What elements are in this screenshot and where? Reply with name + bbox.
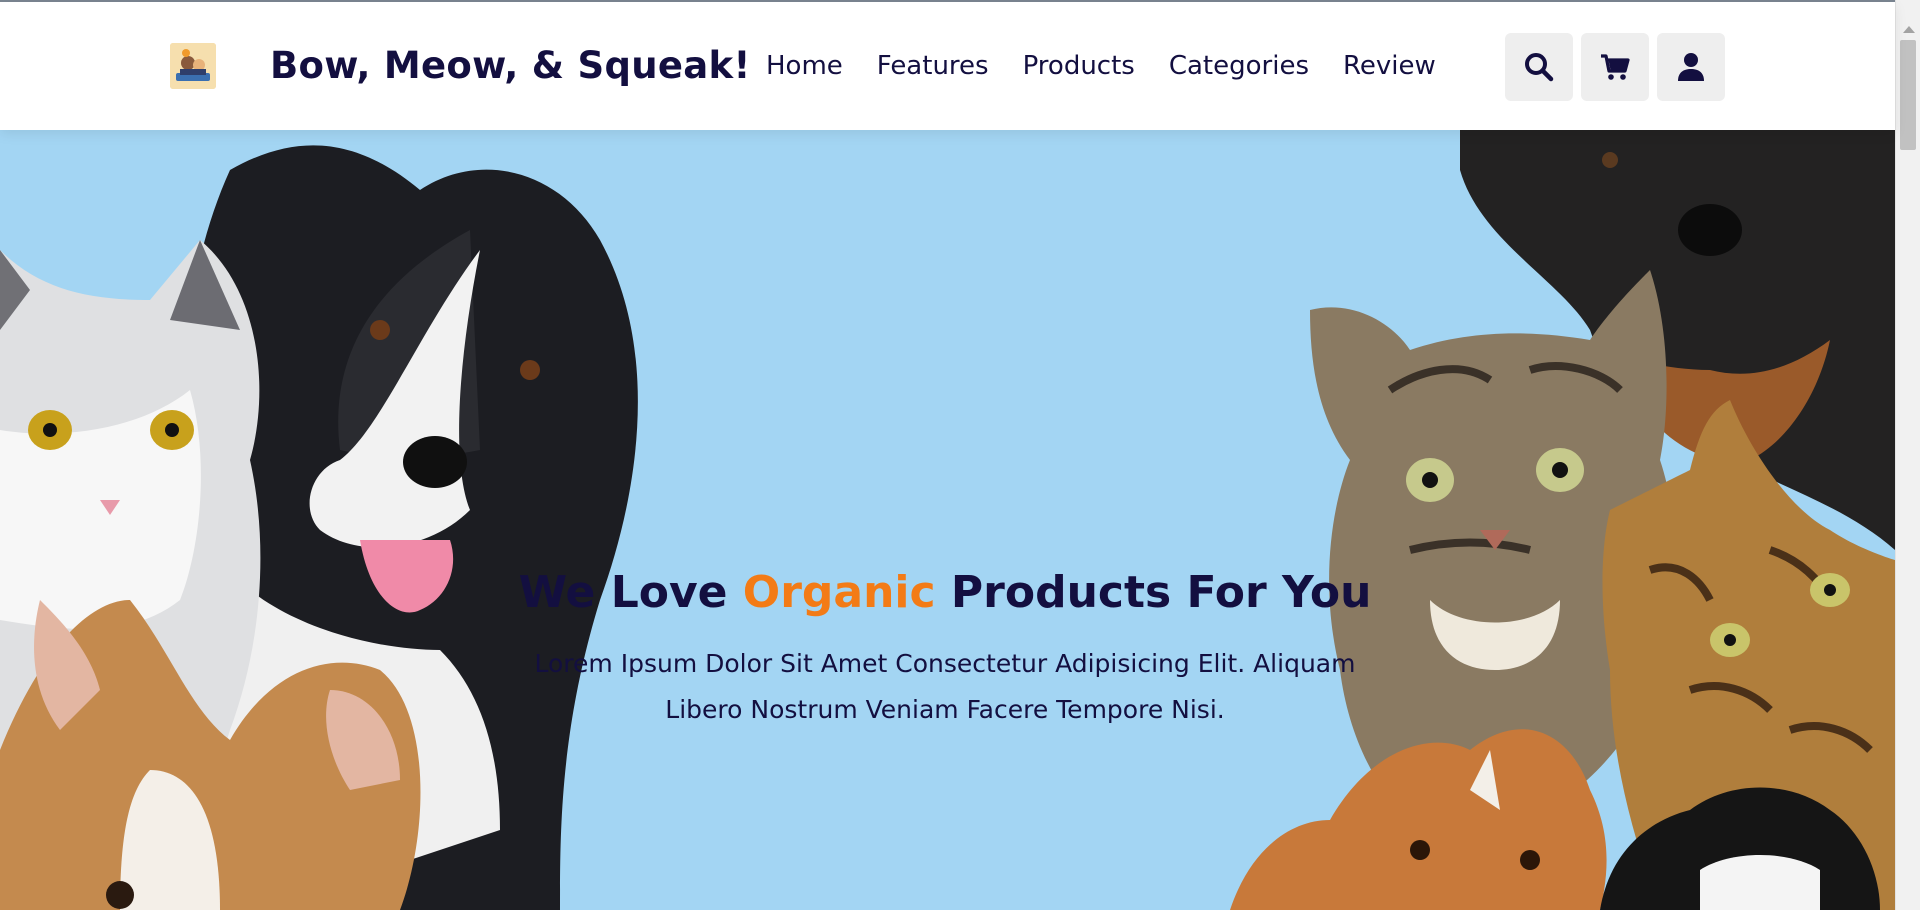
cart-icon xyxy=(1601,54,1630,80)
user-button[interactable] xyxy=(1657,33,1725,101)
search-icon xyxy=(1525,53,1554,82)
hero-title-start: We Love xyxy=(518,567,743,618)
nav-item-features[interactable]: Features xyxy=(877,46,989,86)
nav-item-products[interactable]: Products xyxy=(1023,46,1135,86)
main-nav: Home Features Products Categories Review xyxy=(766,46,1470,86)
user-icon xyxy=(1678,53,1704,81)
nav-item-categories[interactable]: Categories xyxy=(1169,46,1309,86)
hero-title: We Love Organic Products For You xyxy=(500,563,1390,623)
hero-title-accent: Organic xyxy=(742,567,936,618)
nav-item-review[interactable]: Review xyxy=(1343,46,1436,86)
pets-photo-left xyxy=(0,145,638,910)
cart-button[interactable] xyxy=(1581,33,1649,101)
nav-item-home[interactable]: Home xyxy=(766,46,843,86)
header-icon-group xyxy=(1505,33,1725,101)
brand-name[interactable]: Bow, Meow, & Squeak! xyxy=(270,42,751,90)
site-header: Bow, Meow, & Squeak! Home Features Produ… xyxy=(0,2,1895,130)
hero-section: We Love Organic Products For You Lorem I… xyxy=(0,130,1895,910)
pet-shop-logo-icon[interactable] xyxy=(170,43,216,89)
page: Bow, Meow, & Squeak! Home Features Produ… xyxy=(0,0,1920,910)
page-scrollbar[interactable] xyxy=(1895,0,1920,910)
scroll-up-arrow-icon[interactable] xyxy=(1903,26,1915,33)
pets-photo-right xyxy=(1230,130,1895,910)
hero-title-end: Products For You xyxy=(935,567,1372,618)
search-button[interactable] xyxy=(1505,33,1573,101)
hero-subtitle: Lorem Ipsum Dolor Sit Amet Consectetur A… xyxy=(534,649,1356,724)
hero-content: We Love Organic Products For You Lorem I… xyxy=(500,563,1390,733)
scroll-thumb[interactable] xyxy=(1900,40,1916,150)
